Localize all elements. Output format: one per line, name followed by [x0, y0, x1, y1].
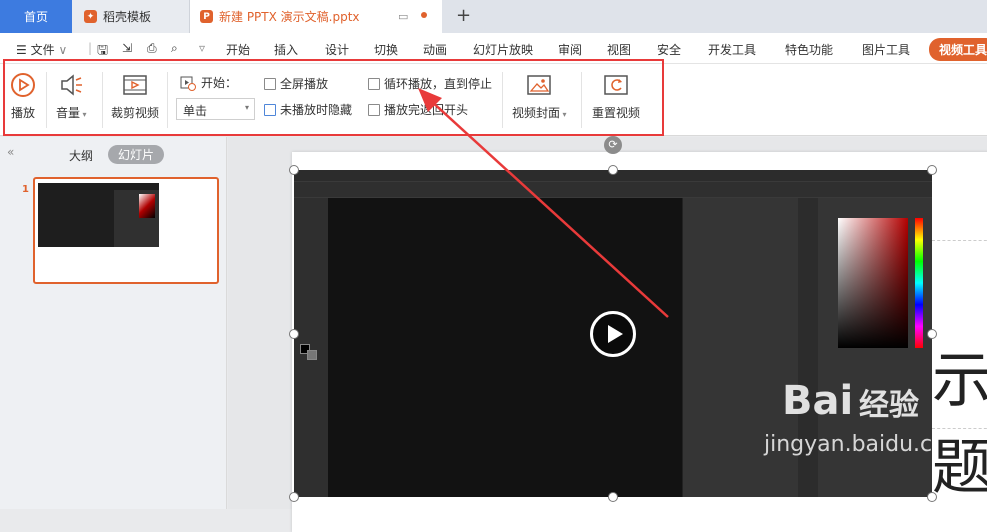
annotation-arrow — [418, 88, 669, 318]
